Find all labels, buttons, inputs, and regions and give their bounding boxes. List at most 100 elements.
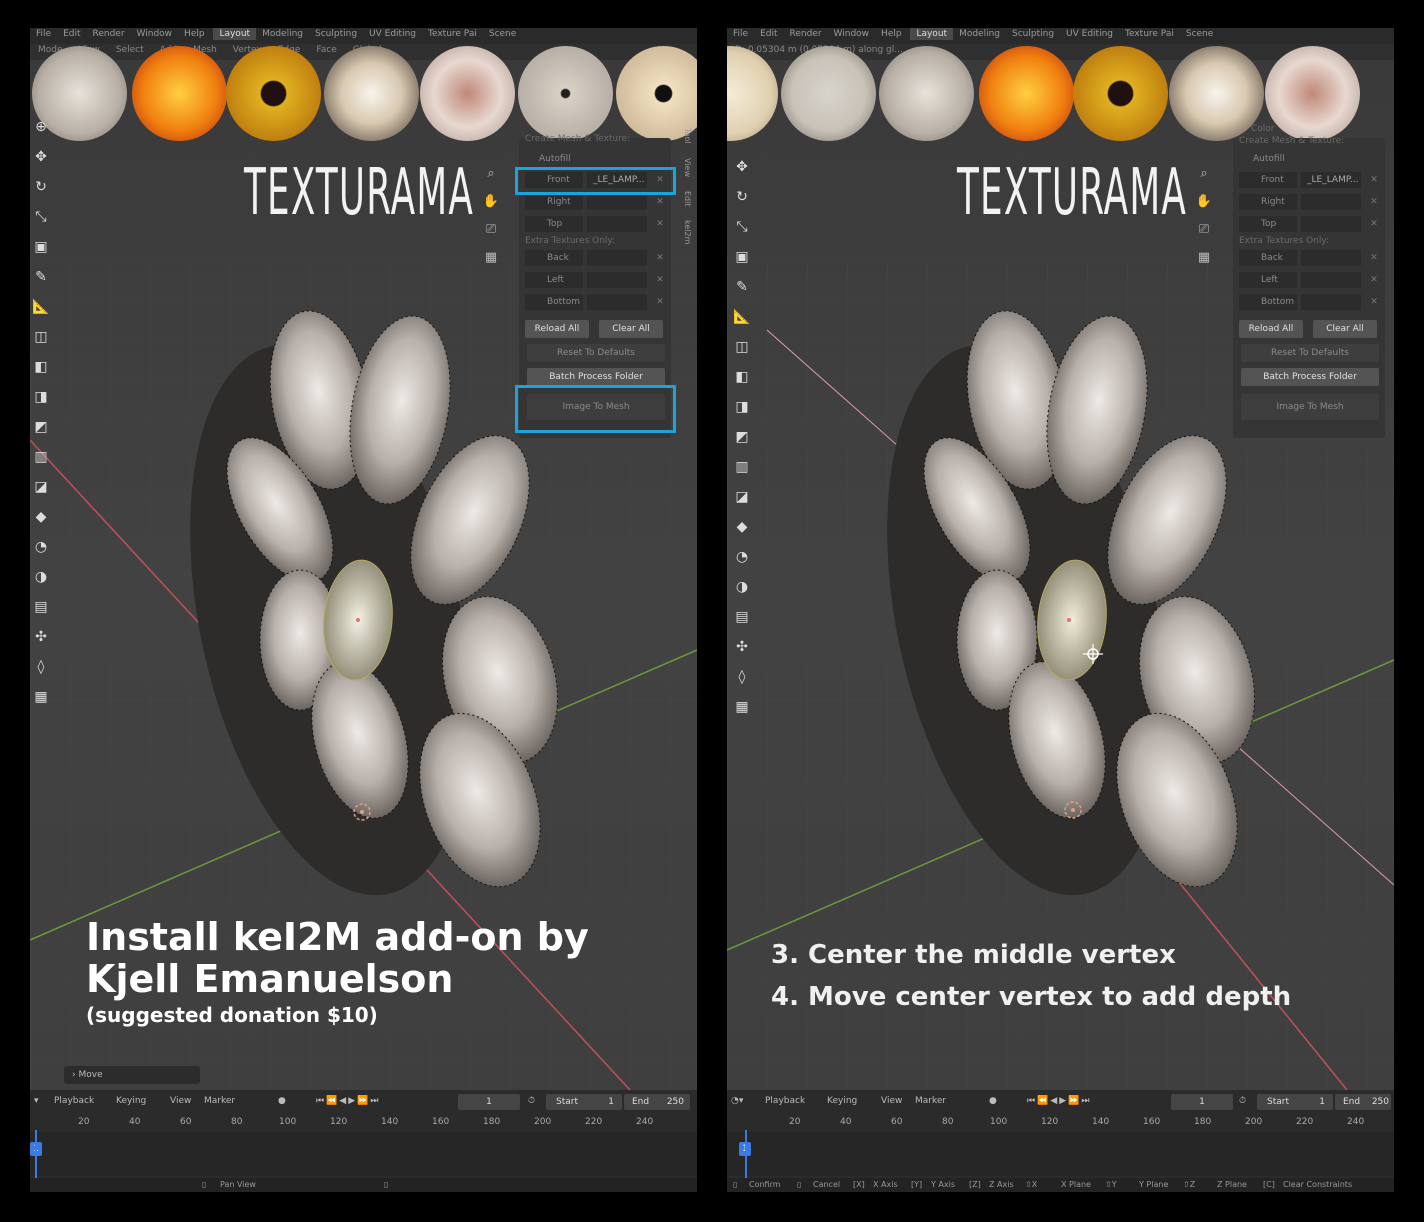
extrude-icon[interactable]: ◧ <box>733 368 751 386</box>
annotate-icon[interactable]: ✎ <box>733 278 751 296</box>
annotate-icon[interactable]: ✎ <box>32 268 50 286</box>
right-clear-icon[interactable]: ✕ <box>1367 194 1381 210</box>
editor-type-icon[interactable]: ▾ <box>34 1096 39 1106</box>
timeline-track[interactable] <box>30 1132 697 1176</box>
tab-kel2m[interactable]: kel2m <box>683 220 692 244</box>
tab-uv-editing[interactable]: UV Editing <box>1060 28 1119 40</box>
thumb-mandala[interactable] <box>420 46 515 141</box>
keying-menu[interactable]: Keying <box>827 1096 857 1106</box>
stopwatch-icon[interactable]: ⏱ <box>528 1096 535 1106</box>
pan-hand-icon[interactable]: ✋ <box>480 194 502 214</box>
batch-process-button[interactable]: Batch Process Folder <box>1241 368 1379 386</box>
edge-slide-icon[interactable]: ▤ <box>32 598 50 616</box>
timeline-track[interactable] <box>727 1132 1394 1176</box>
menu-file[interactable]: File <box>727 28 754 40</box>
left-field[interactable] <box>1301 272 1361 288</box>
view-menu-tl[interactable]: View <box>881 1096 902 1106</box>
back-field[interactable] <box>1301 250 1361 266</box>
menu-help[interactable]: Help <box>178 28 211 40</box>
zoom-icon[interactable]: ⌕ <box>480 166 502 186</box>
back-folder-button[interactable]: Back <box>525 250 583 266</box>
thumb-orange[interactable] <box>132 46 227 141</box>
thumb-mandala[interactable] <box>1265 46 1360 141</box>
autofill-checkbox[interactable]: Autofill <box>1253 154 1285 164</box>
right-clear-icon[interactable]: ✕ <box>653 194 667 210</box>
reload-all-button[interactable]: Reload All <box>525 320 589 338</box>
front-clear-icon[interactable]: ✕ <box>1367 172 1381 188</box>
left-clear-icon[interactable]: ✕ <box>1367 272 1381 288</box>
top-clear-icon[interactable]: ✕ <box>653 216 667 232</box>
right-field[interactable] <box>587 194 647 210</box>
menu-edit[interactable]: Edit <box>57 28 86 40</box>
record-icon[interactable]: ● <box>278 1096 286 1106</box>
tab-edit[interactable]: Edit <box>683 191 692 207</box>
tab-modeling[interactable]: Modeling <box>953 28 1006 40</box>
bottom-clear-icon[interactable]: ✕ <box>1367 294 1381 310</box>
rotate-icon[interactable]: ↻ <box>32 178 50 196</box>
inset-icon[interactable]: ◨ <box>733 398 751 416</box>
rotate-icon[interactable]: ↻ <box>733 188 751 206</box>
right-folder-button[interactable]: Right <box>1239 194 1297 210</box>
loop-cut-icon[interactable]: ▥ <box>733 458 751 476</box>
bottom-folder-button[interactable]: Bottom <box>1239 294 1297 310</box>
tab-layout[interactable]: Layout <box>213 28 257 40</box>
top-field[interactable] <box>1301 216 1361 232</box>
smooth-icon[interactable]: ◑ <box>32 568 50 586</box>
rip-icon[interactable]: ▦ <box>32 688 50 706</box>
camera-icon[interactable]: ⎚ <box>1193 222 1215 242</box>
bottom-field[interactable] <box>1301 294 1361 310</box>
clear-all-button[interactable]: Clear All <box>1313 320 1377 338</box>
tab-view[interactable]: View <box>683 158 692 177</box>
poly-build-icon[interactable]: ◆ <box>733 518 751 536</box>
bevel-icon[interactable]: ◩ <box>32 418 50 436</box>
top-folder-button[interactable]: Top <box>525 216 583 232</box>
current-frame-field[interactable]: 1 <box>1171 1094 1233 1110</box>
tab-sculpting[interactable]: Sculpting <box>309 28 363 40</box>
batch-process-button[interactable]: Batch Process Folder <box>527 368 665 386</box>
add-cube-icon[interactable]: ◫ <box>32 328 50 346</box>
tab-texture-paint[interactable]: Texture Pai <box>1119 28 1180 40</box>
back-field[interactable] <box>587 250 647 266</box>
edge-slide-icon[interactable]: ▤ <box>733 608 751 626</box>
left-field[interactable] <box>587 272 647 288</box>
bottom-folder-button[interactable]: Bottom <box>525 294 583 310</box>
left-folder-button[interactable]: Left <box>1239 272 1297 288</box>
left-clear-icon[interactable]: ✕ <box>653 272 667 288</box>
measure-icon[interactable]: 📐 <box>733 308 751 326</box>
menu-file[interactable]: File <box>30 28 57 40</box>
thumb-flower[interactable] <box>1169 46 1264 141</box>
clear-all-button[interactable]: Clear All <box>599 320 663 338</box>
grid-view-icon[interactable]: ▦ <box>1193 250 1215 270</box>
shrink-icon[interactable]: ✣ <box>733 638 751 656</box>
rip-icon[interactable]: ▦ <box>733 698 751 716</box>
editor-type-icon[interactable]: ◔▾ <box>731 1096 743 1106</box>
thumb-plain[interactable] <box>879 46 974 141</box>
right-field[interactable] <box>1301 194 1361 210</box>
camera-icon[interactable]: ⎚ <box>480 222 502 242</box>
marker-menu[interactable]: Marker <box>915 1096 946 1106</box>
image-to-mesh-button[interactable]: Image To Mesh <box>1241 394 1379 420</box>
autofill-checkbox[interactable]: Autofill <box>539 154 571 164</box>
move-operator-panel[interactable]: › Move <box>64 1066 200 1084</box>
move-icon[interactable]: ✥ <box>733 158 751 176</box>
front-field[interactable]: _LE_LAMP... <box>1301 172 1361 188</box>
menu-window[interactable]: Window <box>828 28 876 40</box>
back-folder-button[interactable]: Back <box>1239 250 1297 266</box>
right-folder-button[interactable]: Right <box>525 194 583 210</box>
tab-sculpting[interactable]: Sculpting <box>1006 28 1060 40</box>
smooth-icon[interactable]: ◑ <box>733 578 751 596</box>
thumb-flower[interactable] <box>324 46 419 141</box>
thumb-dot-large[interactable] <box>616 46 697 141</box>
back-clear-icon[interactable]: ✕ <box>653 250 667 266</box>
bottom-clear-icon[interactable]: ✕ <box>653 294 667 310</box>
start-field[interactable]: Start 1 <box>546 1094 622 1110</box>
move-icon[interactable]: ✥ <box>32 148 50 166</box>
thumb-stained-glass[interactable] <box>226 46 321 141</box>
shear-icon[interactable]: ◊ <box>32 658 50 676</box>
transform-icon[interactable]: ▣ <box>733 248 751 266</box>
top-field[interactable] <box>587 216 647 232</box>
thumb-cream[interactable] <box>727 46 778 141</box>
current-frame-field[interactable]: 1 <box>458 1094 520 1110</box>
marker-menu[interactable]: Marker <box>204 1096 235 1106</box>
reset-defaults-button[interactable]: Reset To Defaults <box>527 344 665 362</box>
